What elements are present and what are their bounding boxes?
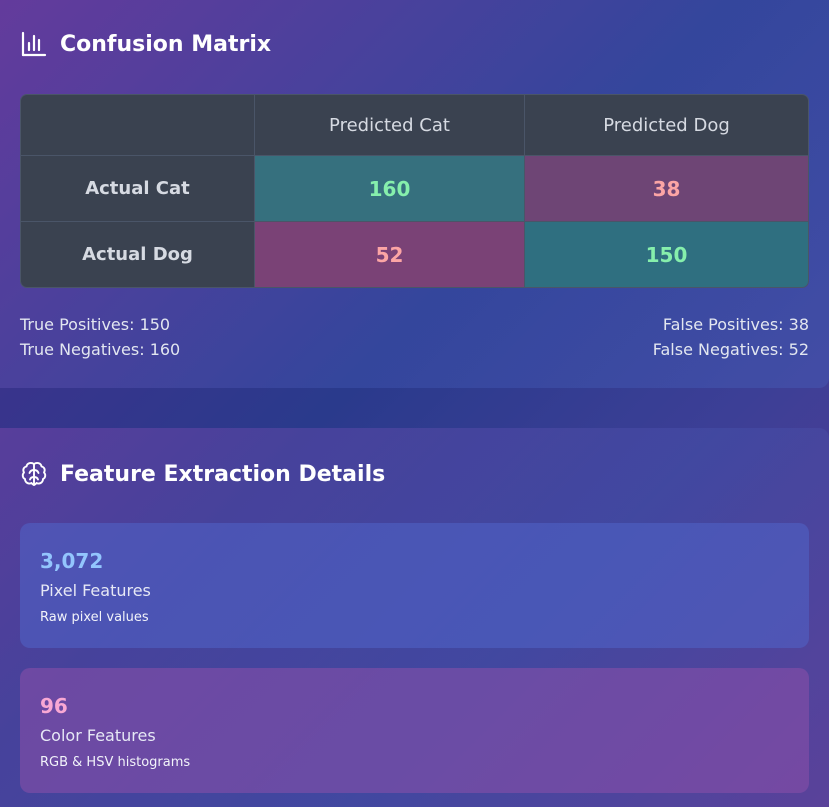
brain-icon <box>20 460 48 488</box>
true-positives-stat: True Positives: 150 <box>20 315 171 334</box>
matrix-corner-cell <box>21 95 255 156</box>
bar-chart-icon <box>20 30 48 58</box>
cell-cat-cat-true-negatives: 160 <box>255 156 525 222</box>
true-negatives-stat: True Negatives: 160 <box>20 340 181 359</box>
confusion-stats: True Positives: 150 True Negatives: 160 … <box>20 312 809 362</box>
column-header-predicted-dog: Predicted Dog <box>525 95 808 156</box>
feature-extraction-title-text: Feature Extraction Details <box>60 461 386 487</box>
feature-extraction-title: Feature Extraction Details <box>20 460 385 488</box>
feature-description: Raw pixel values <box>40 610 149 625</box>
feature-item-color: 96 Color Features RGB & HSV histograms <box>20 668 809 793</box>
confusion-matrix-title: Confusion Matrix <box>20 30 271 58</box>
stats-left: True Positives: 150 True Negatives: 160 <box>20 312 180 362</box>
feature-label: Color Features <box>40 726 156 745</box>
feature-description: RGB & HSV histograms <box>40 755 191 770</box>
feature-label: Pixel Features <box>40 581 151 600</box>
feature-value: 3,072 <box>40 549 104 573</box>
stats-right: False Positives: 38 False Negatives: 52 <box>653 312 809 362</box>
row-header-actual-dog: Actual Dog <box>21 222 255 287</box>
row-header-actual-cat: Actual Cat <box>21 156 255 222</box>
feature-extraction-card: Feature Extraction Details 3,072 Pixel F… <box>0 428 829 807</box>
confusion-matrix-table: Predicted Cat Predicted Dog Actual Cat 1… <box>20 94 809 288</box>
confusion-matrix-card: Confusion Matrix Predicted Cat Predicted… <box>0 0 829 388</box>
confusion-matrix-title-text: Confusion Matrix <box>60 31 272 57</box>
feature-item-pixel: 3,072 Pixel Features Raw pixel values <box>20 523 809 648</box>
false-positives-stat: False Positives: 38 <box>662 315 809 334</box>
column-header-predicted-cat: Predicted Cat <box>255 95 525 156</box>
cell-dog-cat-false-negatives: 52 <box>255 222 525 287</box>
feature-value: 96 <box>40 694 68 718</box>
cell-dog-dog-true-positives: 150 <box>525 222 808 287</box>
false-negatives-stat: False Negatives: 52 <box>652 340 809 359</box>
cell-cat-dog-false-positives: 38 <box>525 156 808 222</box>
